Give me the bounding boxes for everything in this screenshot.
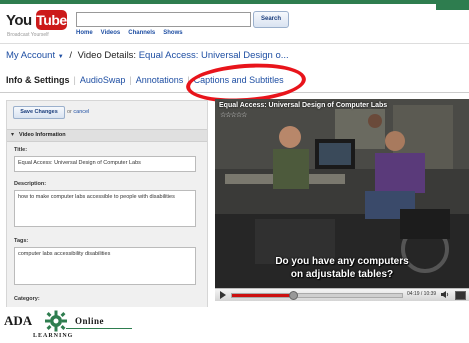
green-corner-tab <box>436 0 469 10</box>
gear-icon <box>45 310 67 332</box>
video-player[interactable]: Equal Access: Universal Design of Comput… <box>215 99 469 288</box>
caption-text: Do you have any computers on adjustable … <box>215 255 469 281</box>
tab-separator: | <box>129 75 132 85</box>
logo-you: You <box>6 12 32 29</box>
video-overlay-title: Equal Access: Universal Design of Comput… <box>219 102 388 109</box>
search-button[interactable]: Search <box>253 11 289 28</box>
tab-annotations[interactable]: Annotations <box>136 75 184 85</box>
category-label: Category: <box>14 296 40 302</box>
description-field[interactable]: how to make computer labs accessible to … <box>14 190 196 227</box>
player-controls: 04:19 / 10:39 <box>215 288 469 301</box>
tab-info-settings[interactable]: Info & Settings <box>6 75 70 85</box>
logo-tube: Tube <box>36 10 67 30</box>
tab-separator: | <box>73 75 76 85</box>
nav-shows[interactable]: Shows <box>163 30 182 36</box>
top-nav: Home Videos Channels Shows <box>76 30 183 36</box>
search-input[interactable] <box>76 12 251 27</box>
caption-line-2: on adjustable tables? <box>290 269 394 280</box>
learning-logo-text: LEARNING <box>33 333 74 339</box>
progress-fill <box>232 294 294 297</box>
ada-logo-text: ADA <box>4 313 33 328</box>
logo-tagline: Broadcast Yourself <box>7 32 49 38</box>
fullscreen-icon[interactable] <box>455 291 466 300</box>
my-account-link[interactable]: My Account <box>6 50 55 61</box>
nav-home[interactable]: Home <box>76 30 93 36</box>
chevron-down-icon[interactable]: ▼ <box>58 54 64 60</box>
header-divider <box>0 43 469 44</box>
play-icon[interactable] <box>220 291 226 299</box>
video-information-header[interactable]: ▾ Video Information <box>7 129 207 142</box>
progress-track[interactable] <box>231 291 403 300</box>
breadcrumb-label: Video Details: <box>77 50 137 61</box>
cancel-group: or cancel <box>67 109 89 115</box>
logo-underline <box>66 328 132 329</box>
breadcrumb-video-title[interactable]: Equal Access: Universal Design o... <box>139 50 289 61</box>
caption-line-1: Do you have any computers <box>275 256 409 267</box>
title-label: Title: <box>14 147 28 153</box>
collapse-triangle-icon[interactable]: ▾ <box>11 130 14 141</box>
video-info-form: Save Changes or cancel ▾ Video Informati… <box>6 100 208 307</box>
time-display: 04:19 / 10:39 <box>407 291 437 297</box>
tags-label: Tags: <box>14 238 29 244</box>
title-field[interactable]: Equal Access: Universal Design of Comput… <box>14 156 196 172</box>
breadcrumb: My Account ▼ / Video Details: Equal Acce… <box>6 50 289 61</box>
tags-field[interactable]: computer labs accessibility disabilities <box>14 247 196 285</box>
description-label: Description: <box>14 181 47 187</box>
breadcrumb-separator: / <box>69 50 72 61</box>
scrubber-handle[interactable] <box>289 291 299 300</box>
online-logo-text: Online <box>75 316 105 326</box>
ada-online-learning-logo: ADA Online LEARNING <box>4 310 134 343</box>
youtube-screenshot: You Tube Broadcast Yourself Search Home … <box>0 0 469 307</box>
youtube-logo[interactable]: You Tube Broadcast Yourself <box>6 8 67 38</box>
rating-stars[interactable]: ☆☆☆☆☆ <box>220 111 247 119</box>
volume-icon[interactable] <box>441 291 449 298</box>
tab-audioswap[interactable]: AudioSwap <box>80 75 126 85</box>
nav-videos[interactable]: Videos <box>101 30 121 36</box>
save-changes-button[interactable]: Save Changes <box>13 106 65 119</box>
section-title: Video Information <box>19 132 66 138</box>
cancel-link[interactable]: cancel <box>73 109 89 115</box>
nav-channels[interactable]: Channels <box>128 30 155 36</box>
green-top-bar <box>0 0 469 4</box>
or-text: or <box>67 109 72 115</box>
